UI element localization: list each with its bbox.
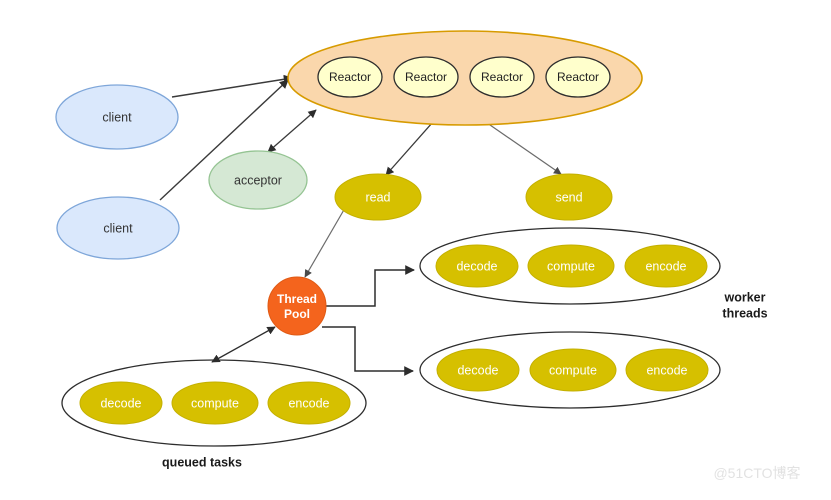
worker-task-encode[interactable]: encode [625,348,709,392]
diagram-canvas: Reactor Reactor Reactor Reactor client c… [0,0,831,500]
worker-task-decode[interactable]: decode [435,244,519,288]
queued-tasks-label: queued tasks [162,455,242,469]
send-node[interactable]: send [525,173,613,221]
diagram-svg: Reactor Reactor Reactor Reactor client c… [55,30,801,481]
edge-read-to-thread-pool [304,207,346,278]
reactor-group[interactable]: Reactor Reactor Reactor Reactor [287,30,643,126]
worker-task-compute[interactable]: compute [529,348,617,392]
reactor-label: Reactor [405,70,447,84]
thread-pool-label-line1: Thread [277,292,317,306]
task-label: encode [646,363,687,377]
read-node[interactable]: read [334,173,422,221]
watermark-text: @51CTO博客 [713,465,800,481]
queued-task-encode[interactable]: encode [267,381,351,425]
worker-task-encode[interactable]: encode [624,244,708,288]
acceptor-label: acceptor [234,173,282,187]
queued-task-decode[interactable]: decode [79,381,163,425]
task-label: encode [288,396,329,410]
worker-task-decode[interactable]: decode [436,348,520,392]
task-label: decode [100,396,141,410]
reactor-label: Reactor [481,70,523,84]
task-label: compute [547,259,595,273]
read-label: read [365,190,390,204]
worker-task-compute[interactable]: compute [527,244,615,288]
queued-tasks-group[interactable]: decode compute encode [61,359,367,447]
client-label: client [103,221,133,235]
edge-acceptor-reactors [267,109,317,153]
acceptor-node[interactable]: acceptor [208,150,308,210]
reactor-label: Reactor [557,70,599,84]
client-label: client [102,110,132,124]
thread-pool-label-line2: Pool [284,307,310,321]
queued-task-compute[interactable]: compute [171,381,259,425]
reactor-node-2[interactable]: Reactor [393,56,459,98]
reactor-label: Reactor [329,70,371,84]
edge-pool-queued-tasks [211,326,276,363]
edge-client-top-to-reactors [171,74,293,98]
task-label: compute [549,363,597,377]
worker-threads-label-line1: worker [724,290,766,304]
worker-group-top[interactable]: decode compute encode [419,227,721,305]
reactor-node-3[interactable]: Reactor [469,56,535,98]
reactor-node-1[interactable]: Reactor [317,56,383,98]
task-label: decode [456,259,497,273]
task-label: encode [645,259,686,273]
reactor-node-4[interactable]: Reactor [545,56,611,98]
task-label: decode [457,363,498,377]
thread-pool-node[interactable]: Thread Pool [267,276,327,336]
client-node-bottom[interactable]: client [56,196,180,260]
client-node-top[interactable]: client [55,84,179,150]
edge-pool-to-worker-top [326,265,415,307]
worker-threads-label-line2: threads [722,306,767,320]
task-label: compute [191,396,239,410]
send-label: send [555,190,582,204]
edge-pool-to-worker-bottom [322,326,414,376]
worker-threads-label: worker threads [722,290,767,320]
worker-group-bottom[interactable]: decode compute encode [419,331,721,409]
